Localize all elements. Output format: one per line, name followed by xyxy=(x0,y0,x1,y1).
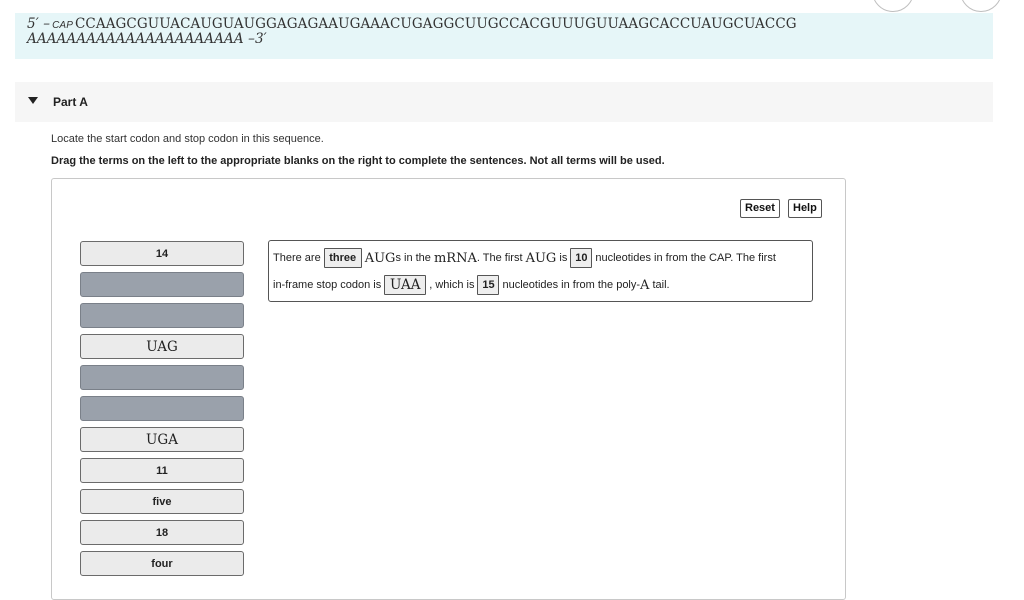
part-a-header[interactable]: Part A xyxy=(15,82,993,122)
term-tile[interactable]: four xyxy=(80,551,244,576)
term-label: UGA xyxy=(146,432,178,448)
drag-drop-panel: Reset Help 14 UAG UGA 11 five 18 four Th… xyxy=(51,178,846,600)
sequence-line-2: AAAAAAAAAAAAAAAAAAAAAA –3′ xyxy=(27,31,267,47)
sequence-nucleotides: CCAAGCGUUACAUGUAUGGAGAGAAUGAAACUGAGGCUUG… xyxy=(74,16,797,32)
poly-a-tail: AAAAAAAAAAAAAAAAAAAAAA xyxy=(27,31,244,47)
term-tile[interactable]: 18 xyxy=(80,520,244,545)
sentence-math: AUG xyxy=(364,250,396,266)
five-prime-label: 5′ – xyxy=(27,16,51,32)
sentence-math: A xyxy=(640,277,650,293)
sentence-text: tail. xyxy=(652,279,670,291)
term-label: 11 xyxy=(156,465,168,477)
blank-drop-zone[interactable]: 10 xyxy=(570,248,593,268)
reset-button[interactable]: Reset xyxy=(740,199,780,218)
term-label: four xyxy=(151,558,173,570)
sentence-text: nucleotides in from the poly- xyxy=(502,279,641,291)
three-prime-label: –3′ xyxy=(248,31,267,47)
term-label: five xyxy=(152,496,172,508)
term-tile[interactable]: five xyxy=(80,489,244,514)
sentence-target-box: There are three AUG s in the mRNA. The fi… xyxy=(268,240,813,302)
sequence-box: 5′ – CAP CCAAGCGUUACAUGUAUGGAGAGAAUGAAACUG… xyxy=(15,13,993,59)
sentence-line-2: in-frame stop codon is UAA, which is 15 … xyxy=(273,274,670,296)
sentence-text: . The first xyxy=(476,252,523,264)
circle-button-left[interactable] xyxy=(872,0,914,12)
sentence-math: mRNA xyxy=(433,250,477,266)
term-tile[interactable]: UGA xyxy=(80,427,244,452)
part-title: Part A xyxy=(53,95,88,109)
term-tile-empty xyxy=(80,303,244,328)
term-tile[interactable]: UAG xyxy=(80,334,244,359)
sequence-line-1: 5′ – CAP CCAAGCGUUACAUGUAUGGAGAGAAUGAAACUG… xyxy=(27,16,797,32)
sentence-text: nucleotides in from the CAP. The first xyxy=(595,252,776,264)
blank-drop-zone[interactable]: UAA xyxy=(384,275,427,295)
blank-drop-zone[interactable]: three xyxy=(323,248,362,268)
term-label: 14 xyxy=(155,248,169,260)
sentence-text: There are xyxy=(273,252,321,264)
sentence-text: is xyxy=(559,252,568,264)
sentence-text: in-frame stop codon is xyxy=(273,279,382,291)
term-tile-empty xyxy=(80,365,244,390)
term-tile-empty xyxy=(80,272,244,297)
drag-instruction-text: Drag the terms on the left to the approp… xyxy=(51,155,665,167)
term-tile-empty xyxy=(80,396,244,421)
term-tile[interactable]: 11 xyxy=(80,458,244,483)
caret-down-icon[interactable] xyxy=(28,97,38,104)
sentence-line-1: There are three AUG s in the mRNA. The fi… xyxy=(273,247,776,269)
sentence-text: , which is xyxy=(429,279,475,291)
circle-button-right[interactable] xyxy=(960,0,1002,12)
sentence-math: AUG xyxy=(525,250,557,266)
term-label: UAG xyxy=(146,339,178,355)
help-button[interactable]: Help xyxy=(788,199,822,218)
blank-drop-zone[interactable]: 15 xyxy=(477,275,500,295)
sentence-text: s in the xyxy=(395,252,431,264)
instruction-text: Locate the start codon and stop codon in… xyxy=(51,133,324,145)
term-tile[interactable]: 14 xyxy=(80,241,244,266)
cap-label: CAP xyxy=(52,20,73,31)
term-label: 18 xyxy=(155,527,169,539)
